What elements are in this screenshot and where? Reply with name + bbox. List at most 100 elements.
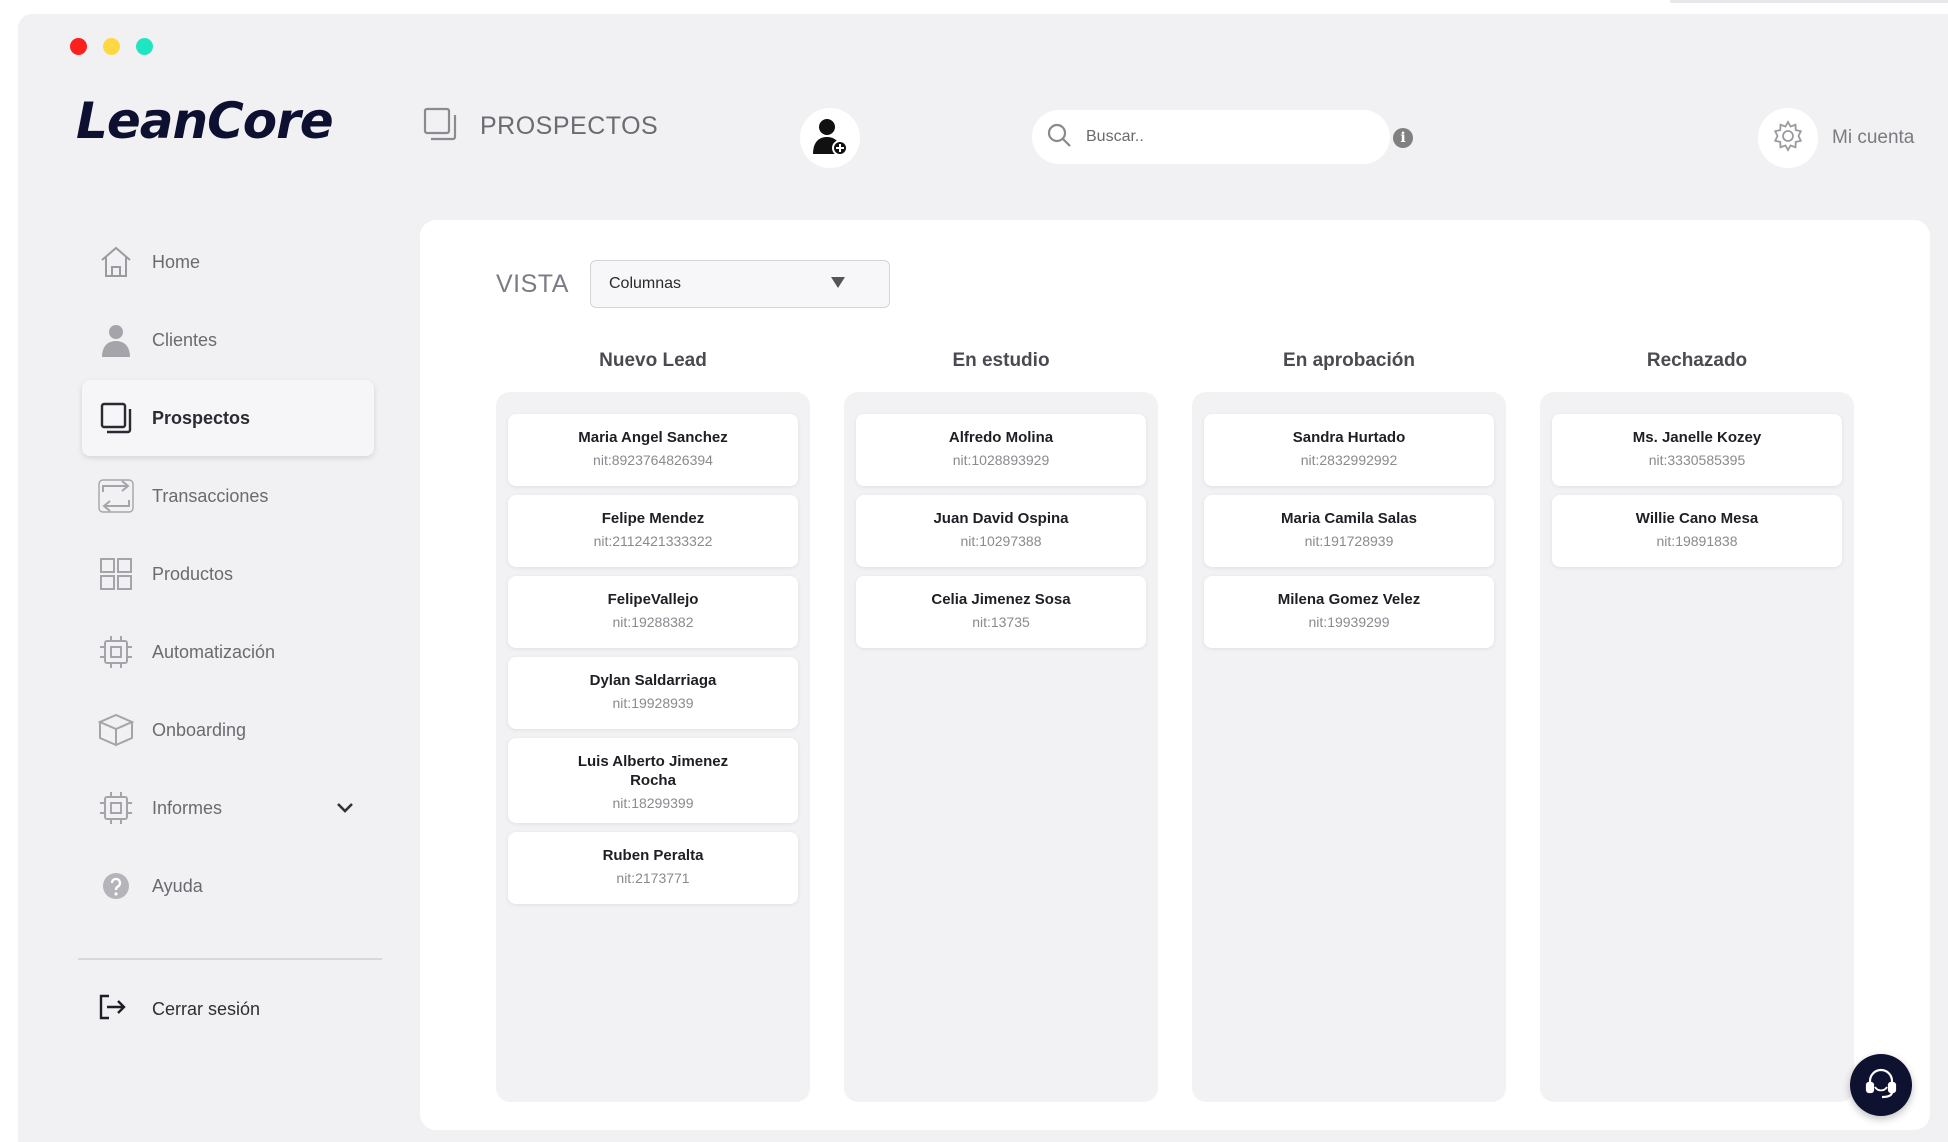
prospect-name: Felipe Mendez <box>601 510 705 527</box>
prospect-card[interactable]: Maria Camila Salas nit:191728939 <box>1204 495 1494 567</box>
prospect-name: Milena Gomez Velez <box>1277 591 1421 608</box>
prospect-name: Alfredo Molina <box>948 429 1054 446</box>
prospect-card[interactable]: Felipe Mendez nit:2112421333322 <box>508 495 798 567</box>
help-icon <box>96 866 136 906</box>
prospect-card[interactable]: Ruben Peralta nit:2173771 <box>508 832 798 904</box>
prospect-card[interactable]: Milena Gomez Velez nit:19939299 <box>1204 576 1494 648</box>
app-window: LeanCore PROSPECTOS i <box>18 14 1948 1142</box>
sidebar-item-transacciones[interactable]: Transacciones <box>82 458 374 534</box>
top-edge-line <box>1670 0 1948 3</box>
prospect-nit: nit:18299399 <box>612 795 694 811</box>
sidebar-item-prospectos[interactable]: Prospectos <box>82 380 374 456</box>
column-title: En aprobación <box>1283 350 1415 371</box>
prospect-name: FelipeVallejo <box>607 591 699 608</box>
cpu-icon <box>96 788 136 828</box>
search-icon <box>1046 122 1072 153</box>
sidebar-item-label: Automatización <box>152 641 276 662</box>
minimize-window-button[interactable] <box>103 38 120 55</box>
page-title: PROSPECTOS <box>480 112 659 140</box>
sidebar-item-onboarding[interactable]: Onboarding <box>82 692 374 768</box>
sidebar-item-label: Informes <box>152 797 223 818</box>
prospect-card[interactable]: Juan David Ospina nit:10297388 <box>856 495 1146 567</box>
column-body: Sandra Hurtado nit:2832992992 Maria Cami… <box>1192 392 1506 1102</box>
prospect-nit: nit:191728939 <box>1304 533 1394 549</box>
sidebar-item-automatizacion[interactable]: Automatización <box>82 614 374 690</box>
sidebar-item-home[interactable]: Home <box>82 224 374 300</box>
caret-down-icon <box>831 277 845 288</box>
logout-icon <box>98 994 126 1025</box>
search-input[interactable] <box>1086 128 1346 146</box>
prospect-name: Juan David Ospina <box>933 510 1069 527</box>
prospect-card[interactable]: Alfredo Molina nit:1028893929 <box>856 414 1146 486</box>
prospect-name: Luis Alberto Jimenez Rocha <box>577 753 729 789</box>
sidebar-item-clientes[interactable]: Clientes <box>82 302 374 378</box>
add-prospect-button[interactable] <box>800 108 860 168</box>
sidebar-item-label: Ayuda <box>152 875 203 896</box>
info-icon[interactable]: i <box>1393 128 1413 148</box>
prospect-name: Sandra Hurtado <box>1292 429 1406 446</box>
sidebar-item-informes[interactable]: Informes <box>82 770 374 846</box>
prospect-nit: nit:19288382 <box>612 614 694 630</box>
board-column-nuevo-lead: Nuevo Lead Maria Angel Sanchez nit:89237… <box>496 350 810 1102</box>
support-chat-button[interactable] <box>1850 1054 1912 1116</box>
board-column-rechazado: Rechazado Ms. Janelle Kozey nit:33305853… <box>1540 350 1854 1102</box>
prospect-card[interactable]: Celia Jimenez Sosa nit:13735 <box>856 576 1146 648</box>
sidebar-item-label: Home <box>152 251 201 272</box>
copy-icon <box>422 106 458 147</box>
view-select-value: Columnas <box>609 275 682 292</box>
view-label: VISTA <box>496 270 569 298</box>
main-panel: VISTA Columnas Nuevo Lead Maria Angel Sa… <box>420 220 1930 1130</box>
grid-icon <box>96 554 136 594</box>
prospect-nit: nit:8923764826394 <box>593 452 713 468</box>
prospect-nit: nit:2173771 <box>616 870 690 886</box>
app-logo[interactable]: LeanCore <box>76 92 334 150</box>
prospect-card[interactable]: Sandra Hurtado nit:2832992992 <box>1204 414 1494 486</box>
prospect-card[interactable]: Willie Cano Mesa nit:19891838 <box>1552 495 1842 567</box>
prospect-nit: nit:1028893929 <box>952 452 1050 468</box>
page-header: PROSPECTOS <box>422 106 658 147</box>
board-column-en-estudio: En estudio Alfredo Molina nit:1028893929… <box>844 350 1158 1102</box>
maximize-window-button[interactable] <box>136 38 153 55</box>
prospect-nit: nit:19891838 <box>1656 533 1738 549</box>
column-body: Ms. Janelle Kozey nit:3330585395 Willie … <box>1540 392 1854 1102</box>
prospect-nit: nit:2112421333322 <box>593 533 713 549</box>
column-title: Nuevo Lead <box>599 350 707 371</box>
sidebar-item-label: Clientes <box>152 329 218 350</box>
prospect-nit: nit:13735 <box>972 614 1030 630</box>
chevron-down-icon[interactable] <box>336 798 354 819</box>
settings-button[interactable] <box>1758 108 1818 168</box>
account-menu[interactable]: Mi cuenta <box>1758 108 1914 168</box>
sidebar-item-label: Prospectos <box>152 407 251 428</box>
prospect-nit: nit:19939299 <box>1308 614 1390 630</box>
prospect-name: Ruben Peralta <box>602 847 704 864</box>
user-add-icon <box>811 116 849 161</box>
prospect-nit: nit:19928939 <box>612 695 694 711</box>
home-icon <box>96 242 136 282</box>
account-label: Mi cuenta <box>1832 127 1915 148</box>
prospect-card[interactable]: Dylan Saldarriaga nit:19928939 <box>508 657 798 729</box>
transfer-icon <box>96 476 136 516</box>
column-body: Maria Angel Sanchez nit:8923764826394 Fe… <box>496 392 810 1102</box>
prospect-name: Maria Camila Salas <box>1281 510 1417 527</box>
prospect-name: Maria Angel Sanchez <box>578 429 728 446</box>
gear-icon <box>1772 119 1804 157</box>
prospect-name: Dylan Saldarriaga <box>589 672 717 689</box>
prospect-card[interactable]: FelipeVallejo nit:19288382 <box>508 576 798 648</box>
sidebar-item-label: Onboarding <box>152 719 247 740</box>
prospect-card[interactable]: Maria Angel Sanchez nit:8923764826394 <box>508 414 798 486</box>
prospect-card[interactable]: Luis Alberto Jimenez Rocha nit:18299399 <box>508 738 798 823</box>
prospect-card[interactable]: Ms. Janelle Kozey nit:3330585395 <box>1552 414 1842 486</box>
view-select[interactable]: Columnas <box>590 260 890 308</box>
column-body: Alfredo Molina nit:1028893929 Juan David… <box>844 392 1158 1102</box>
cpu-icon <box>96 632 136 672</box>
prospect-nit: nit:3330585395 <box>1648 452 1746 468</box>
copy-icon <box>96 398 136 438</box>
close-window-button[interactable] <box>70 38 87 55</box>
window-controls <box>70 38 153 55</box>
logout-button[interactable]: Cerrar sesión <box>98 994 260 1025</box>
sidebar-item-ayuda[interactable]: Ayuda <box>82 848 374 924</box>
search-box[interactable] <box>1032 110 1390 164</box>
sidebar-item-productos[interactable]: Productos <box>82 536 374 612</box>
board-column-en-aprobacion: En aprobación Sandra Hurtado nit:2832992… <box>1192 350 1506 1102</box>
column-title: Rechazado <box>1646 350 1748 371</box>
